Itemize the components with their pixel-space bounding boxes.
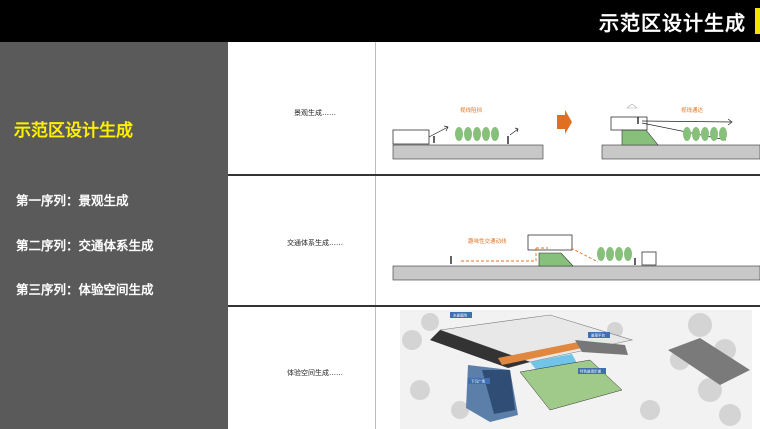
annotation-view-open: 视线通达 xyxy=(681,106,704,114)
sidebar-item-traffic[interactable]: 第二序列：交通体系生成 xyxy=(16,235,154,254)
ground-left xyxy=(392,144,544,160)
sidebar: 示范区设计生成 第一序列：景观生成 第二序列：交通体系生成 第三序列：体验空间生… xyxy=(0,42,228,429)
building-right xyxy=(610,116,648,131)
tag-water-court-label: 水景庭院 xyxy=(453,313,467,318)
tree-group xyxy=(597,247,632,261)
annotation-view-blocked: 视线阻挡 xyxy=(460,106,483,114)
building xyxy=(527,234,573,251)
page-title: 示范区设计生成 xyxy=(599,11,746,35)
experience-render: 水景庭院 下沉广场 景观平台 特色景观步道 xyxy=(400,310,752,429)
sidebar-item-experience[interactable]: 第三序列：体验空间生成 xyxy=(16,279,154,298)
row-label-experience: 体验空间生成…… xyxy=(287,369,343,377)
tag-platform-label: 景观平台 xyxy=(591,333,605,338)
ground xyxy=(392,265,760,281)
annotation-route: 趣味性交通动线 xyxy=(468,237,507,245)
raised-mound xyxy=(621,129,659,146)
tag-sunken-plaza-label: 下沉广场 xyxy=(471,379,485,384)
row-label-traffic: 交通体系生成…… xyxy=(287,239,343,247)
small-building xyxy=(641,251,657,266)
traffic-diagram: 趣味性交通动线 xyxy=(392,234,760,281)
sidebar-heading: 示范区设计生成 xyxy=(14,121,133,141)
tag-path-label: 特色景观步道 xyxy=(580,369,601,374)
ground-right xyxy=(601,144,760,160)
title-accent xyxy=(755,8,760,34)
sidebar-item-landscape[interactable]: 第一序列：景观生成 xyxy=(16,190,129,209)
header-bar: 示范区设计生成 xyxy=(0,0,760,42)
tree-group-left xyxy=(455,127,499,141)
landscape-diagram: 视线阻挡 视线通达 xyxy=(392,103,760,160)
mound xyxy=(538,252,574,267)
row-label-landscape: 景观生成…… xyxy=(294,109,336,117)
tree-group-right xyxy=(683,127,727,141)
transition-arrow-icon xyxy=(557,110,572,134)
building-left xyxy=(392,129,430,145)
row-divider-2 xyxy=(228,305,760,307)
